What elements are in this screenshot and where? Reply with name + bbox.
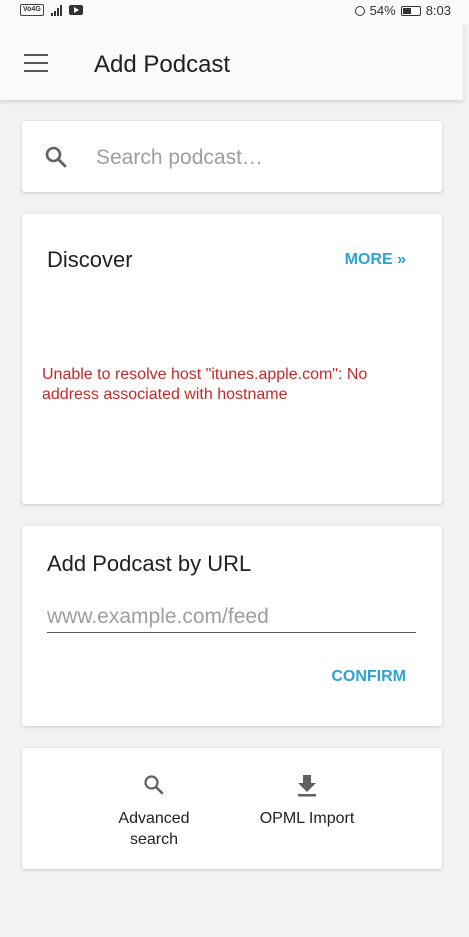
clock: 8:03 — [425, 3, 451, 18]
youtube-notification-icon — [68, 5, 83, 15]
more-button[interactable]: MORE » — [345, 251, 406, 269]
status-left: Vo4G — [20, 4, 83, 16]
app-bar: Add Podcast — [0, 24, 463, 100]
signal-icon — [50, 4, 62, 16]
confirm-button[interactable]: CONFIRM — [331, 668, 406, 686]
add-by-url-card: Add Podcast by URL CONFIRM — [22, 526, 442, 726]
volte-indicator: Vo4G — [20, 4, 44, 16]
add-by-url-title: Add Podcast by URL — [47, 551, 252, 576]
status-bar: Vo4G 54% 8:03 — [0, 0, 469, 24]
feed-url-input[interactable] — [47, 602, 416, 633]
opml-import-label: OPML Import — [259, 810, 355, 827]
battery-percent: 54% — [369, 3, 396, 18]
battery-icon — [400, 5, 421, 16]
page-title: Add Podcast — [94, 51, 231, 78]
actions-card: Advanced search OPML Import — [22, 748, 442, 869]
advanced-search-button[interactable]: Advanced search — [108, 770, 200, 850]
download-icon — [248, 770, 366, 800]
discover-title: Discover — [47, 247, 133, 272]
search-card — [22, 121, 442, 192]
opml-import-button[interactable]: OPML Import — [248, 770, 366, 829]
advanced-search-label: Advanced search — [118, 810, 190, 848]
status-right: 54% 8:03 — [354, 3, 451, 18]
alarm-icon — [354, 5, 365, 16]
menu-icon[interactable] — [24, 54, 48, 72]
discover-error-message: Unable to resolve host "itunes.apple.com… — [42, 366, 368, 403]
search-input[interactable] — [94, 141, 418, 175]
discover-card: Discover MORE » Unable to resolve host "… — [22, 214, 442, 504]
search-icon[interactable] — [44, 145, 68, 174]
search-icon — [108, 770, 200, 800]
